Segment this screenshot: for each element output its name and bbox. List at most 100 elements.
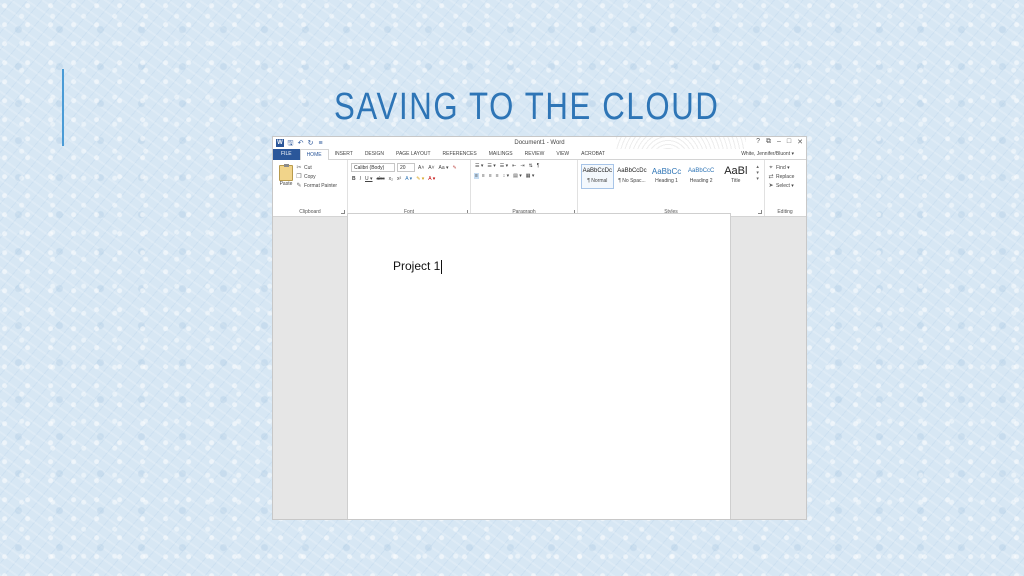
text-caret — [441, 259, 443, 274]
ribbon-tabs: FILE HOME INSERT DESIGN PAGE LAYOUT REFE… — [273, 148, 806, 161]
editing-group: ⌖ Find ▾ ⇄ Replace ➤ Select ▾ Editing — [765, 160, 805, 216]
editing-group-label: Editing — [777, 209, 793, 215]
help-icon[interactable]: ? — [756, 138, 760, 146]
styles-group: AaBbCcDc ¶ Normal AaBbCcDc ¶ No Spac... … — [578, 160, 765, 216]
tab-review[interactable]: REVIEW — [519, 149, 551, 160]
document-text-line[interactable]: Project 1 — [393, 259, 443, 274]
styles-launcher-icon[interactable] — [758, 210, 762, 214]
line-spacing-button[interactable]: ↕ ▾ — [502, 173, 510, 179]
copy-label: Copy — [304, 174, 316, 180]
ribbon-display-icon[interactable]: ⧉ — [766, 138, 771, 146]
select-button[interactable]: ➤ Select ▾ — [768, 183, 802, 189]
document-text: Project 1 — [393, 259, 441, 273]
style-name: Heading 1 — [655, 178, 678, 184]
style-preview: AaBbCc — [651, 167, 682, 176]
replace-button[interactable]: ⇄ Replace — [768, 174, 802, 180]
highlight-button[interactable]: ✎ ▾ — [415, 176, 425, 182]
strikethrough-button[interactable]: abc — [376, 176, 386, 182]
sort-icon[interactable]: ⇅ — [528, 163, 534, 169]
window-title: Document1 - Word — [514, 140, 565, 146]
paragraph-group: ☰ ▾ ☰ ▾ ☰ ▾ ⇤ ⇥ ⇅ ¶ ≡ ≡ ≡ ≡ ↕ ▾ ▤ ▾ ▦ ▾ … — [471, 160, 578, 216]
minimize-icon[interactable]: – — [777, 138, 781, 146]
subscript-button[interactable]: x₂ — [388, 176, 394, 182]
bullets-button[interactable]: ☰ ▾ — [474, 163, 484, 169]
tab-mailings[interactable]: MAILINGS — [483, 149, 519, 160]
font-size-select[interactable]: 20 — [397, 163, 415, 172]
cursor-icon: ➤ — [768, 183, 774, 189]
cut-button[interactable]: ✂ Cut — [296, 165, 337, 171]
style-preview: AaBbCcDc — [582, 168, 612, 174]
slide-title: SAVING TO THE CLOUD — [334, 86, 720, 128]
select-label: Select ▾ — [776, 183, 794, 189]
font-color-button[interactable]: A ▾ — [427, 176, 436, 182]
format-painter-label: Format Painter — [304, 183, 338, 189]
tab-page-layout[interactable]: PAGE LAYOUT — [390, 149, 437, 160]
maximize-icon[interactable]: □ — [787, 138, 791, 146]
align-left-button[interactable]: ≡ — [474, 173, 479, 179]
format-painter-button[interactable]: ✎ Format Painter — [296, 183, 337, 189]
borders-button[interactable]: ▦ ▾ — [525, 173, 536, 179]
numbering-button[interactable]: ☰ ▾ — [486, 163, 496, 169]
show-marks-icon[interactable]: ¶ — [536, 163, 541, 169]
document-page[interactable]: Project 1 — [347, 213, 731, 519]
superscript-button[interactable]: x² — [396, 176, 402, 182]
user-account[interactable]: White, Jennifer/Bluont ▾ — [741, 151, 794, 157]
tab-references[interactable]: REFERENCES — [437, 149, 483, 160]
style-heading-1[interactable]: AaBbCc Heading 1 — [650, 164, 683, 189]
justify-button[interactable]: ≡ — [495, 173, 500, 179]
style-normal[interactable]: AaBbCcDc ¶ Normal — [581, 164, 614, 189]
close-icon[interactable]: ✕ — [797, 138, 803, 146]
clipboard-group: Paste ✂ Cut ❐ Copy ✎ Format Painter Clip… — [273, 160, 348, 216]
clear-formatting-icon[interactable]: ✎ — [452, 165, 458, 171]
scissors-icon: ✂ — [296, 165, 302, 171]
find-button[interactable]: ⌖ Find ▾ — [768, 165, 802, 171]
style-heading-2[interactable]: AaBbCcC Heading 2 — [685, 164, 718, 189]
grow-font-icon[interactable]: A˄ — [417, 165, 425, 171]
text-effects-button[interactable]: A ▾ — [404, 176, 413, 182]
align-right-button[interactable]: ≡ — [488, 173, 493, 179]
paintbrush-icon: ✎ — [296, 183, 302, 189]
cut-label: Cut — [304, 165, 312, 171]
replace-icon: ⇄ — [768, 174, 774, 180]
increase-indent-icon[interactable]: ⇥ — [519, 163, 525, 169]
find-label: Find ▾ — [776, 165, 790, 171]
replace-label: Replace — [776, 174, 795, 180]
shrink-font-icon[interactable]: A˅ — [427, 165, 435, 171]
font-group: Calibri (Body) 20 A˄ A˅ Aa ▾ ✎ B I U ▾ a… — [348, 160, 471, 216]
bold-button[interactable]: B — [351, 176, 357, 182]
style-name: ¶ No Spac... — [618, 178, 646, 184]
binoculars-icon: ⌖ — [769, 165, 773, 171]
copy-button[interactable]: ❐ Copy — [296, 174, 337, 180]
multilevel-list-button[interactable]: ☰ ▾ — [499, 163, 509, 169]
copy-icon: ❐ — [296, 174, 302, 180]
style-name: Title — [731, 178, 741, 184]
title-bar: W 🖫 ↶ ↻ ≡ Document1 - Word ? ⧉ – □ ✕ — [273, 137, 806, 149]
more-styles-icon[interactable]: ▾ — [754, 176, 761, 182]
gallery-scroll[interactable]: ▴ ▾ ▾ — [754, 164, 761, 189]
font-family-select[interactable]: Calibri (Body) — [351, 163, 395, 172]
style-preview: AaBbCcDc — [617, 168, 647, 174]
decrease-indent-icon[interactable]: ⇤ — [511, 163, 517, 169]
paste-icon — [279, 164, 293, 181]
underline-button[interactable]: U ▾ — [364, 176, 374, 182]
word-window: W 🖫 ↶ ↻ ≡ Document1 - Word ? ⧉ – □ ✕ FIL… — [272, 136, 807, 520]
shading-button[interactable]: ▤ ▾ — [512, 173, 523, 179]
change-case-button[interactable]: Aa ▾ — [438, 165, 450, 171]
paste-label: Paste — [279, 181, 293, 187]
tab-view[interactable]: VIEW — [550, 149, 575, 160]
style-no-spacing[interactable]: AaBbCcDc ¶ No Spac... — [616, 164, 649, 189]
accent-bar — [62, 69, 64, 146]
italic-button[interactable]: I — [359, 176, 362, 182]
tab-insert[interactable]: INSERT — [329, 149, 359, 160]
window-controls: ? ⧉ – □ ✕ — [756, 138, 803, 146]
clipboard-group-label: Clipboard — [299, 209, 321, 215]
tab-file[interactable]: FILE — [273, 148, 300, 160]
align-center-button[interactable]: ≡ — [481, 173, 486, 179]
style-name: Heading 2 — [689, 178, 713, 184]
tab-home[interactable]: HOME — [299, 148, 329, 161]
style-title[interactable]: AaBl Title — [720, 164, 753, 189]
tab-design[interactable]: DESIGN — [359, 149, 390, 160]
clipboard-launcher-icon[interactable] — [341, 210, 345, 214]
ribbon: Paste ✂ Cut ❐ Copy ✎ Format Painter Clip… — [273, 160, 806, 217]
tab-acrobat[interactable]: ACROBAT — [575, 149, 611, 160]
